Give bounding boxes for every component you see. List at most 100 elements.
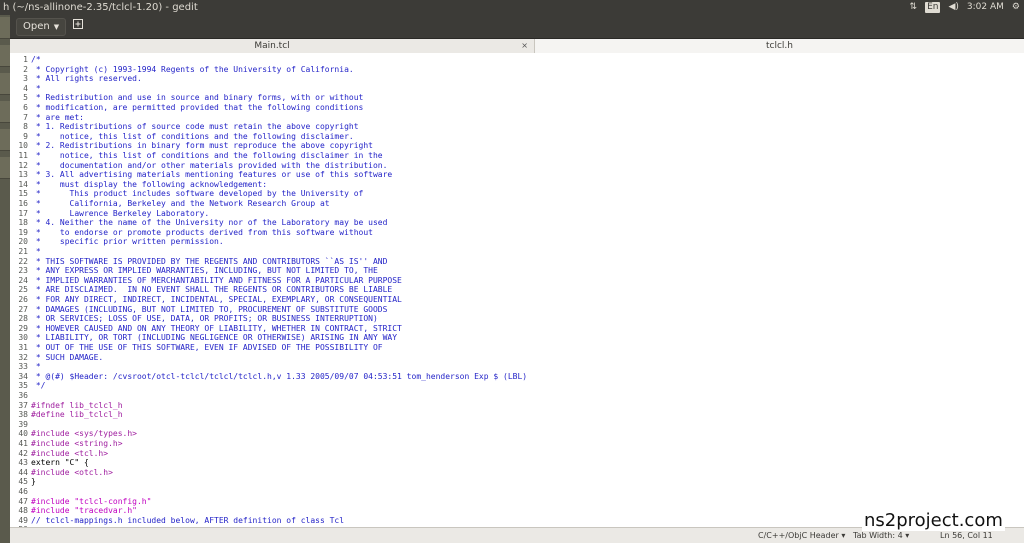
- line-number: 9: [23, 131, 28, 141]
- line-number: 23: [18, 266, 28, 276]
- code-text: *: [31, 362, 41, 372]
- line-number: 1: [23, 55, 28, 64]
- code-text: #include <string.h>: [31, 439, 123, 448]
- line-number: 8: [23, 122, 28, 132]
- line-number: 44: [18, 467, 28, 477]
- top-bar: h (~/ns-allinone-2.35/tclcl-1.20) - gedi…: [0, 0, 1024, 15]
- line-number: 20: [18, 237, 28, 247]
- line-number: 3: [23, 74, 28, 84]
- code-text: * This product includes software develop…: [31, 189, 364, 199]
- code-text: * specific prior written permission.: [31, 237, 224, 247]
- line-number: 12: [18, 160, 28, 170]
- line-number: 34: [18, 371, 28, 381]
- code-text: * Copyright (c) 1993-1994 Regents of the…: [31, 64, 354, 74]
- clock[interactable]: 3:02 AM: [967, 0, 1004, 15]
- line-number: 13: [18, 170, 28, 180]
- close-icon[interactable]: ×: [521, 39, 528, 53]
- line-number: 37: [18, 400, 28, 410]
- language-selector[interactable]: C/C++/ObjC Header ▾: [758, 528, 845, 543]
- line-number: 47: [18, 496, 28, 506]
- launcher: [0, 15, 10, 543]
- line-number: 30: [18, 333, 28, 343]
- code-text: #ifndef lib_tclcl_h: [31, 400, 123, 410]
- tab-label: tclcl.h: [766, 41, 793, 51]
- keyboard-language-indicator[interactable]: En: [925, 2, 941, 13]
- line-number: 16: [18, 199, 28, 208]
- line-number: 11: [18, 151, 28, 160]
- line-number: 36: [18, 391, 28, 400]
- new-document-icon: [72, 19, 84, 33]
- code-text: * SUCH DAMAGE.: [31, 352, 104, 362]
- code-text: extern "C" {: [31, 458, 89, 468]
- code-text: * OUT OF THE USE OF THIS SOFTWARE, EVEN …: [31, 343, 383, 352]
- code-text: * HOWEVER CAUSED AND ON ANY THEORY OF LI…: [31, 323, 402, 333]
- new-document-button[interactable]: [68, 18, 88, 36]
- line-number: 45: [18, 477, 28, 487]
- line-number: 18: [18, 218, 28, 228]
- code-text: * Redistribution and use in source and b…: [31, 93, 364, 103]
- toolbar: Open ▼: [10, 15, 1024, 39]
- code-text: // tclcl-mappings.h included below, AFTE…: [31, 515, 345, 525]
- watermark: ns2project.com: [862, 510, 1005, 531]
- settings-gear-icon[interactable]: ⚙: [1012, 0, 1020, 15]
- system-tray: ⇅ En ◀) 3:02 AM ⚙: [910, 0, 1024, 15]
- line-number: 22: [18, 256, 28, 266]
- line-number: 7: [23, 112, 28, 122]
- code-text: * California, Berkeley and the Network R…: [31, 199, 330, 208]
- code-text: * 3. All advertising materials mentionin…: [31, 170, 393, 180]
- launcher-app-icon[interactable]: [0, 45, 10, 67]
- open-label: Open: [23, 21, 50, 32]
- line-number: 21: [18, 247, 28, 256]
- code-text: #define lib_tclcl_h: [31, 410, 123, 420]
- line-number: 39: [18, 419, 28, 429]
- line-number: 43: [18, 458, 28, 468]
- line-number: 35: [18, 381, 28, 391]
- code-text: */: [31, 381, 46, 391]
- launcher-app-icon[interactable]: [0, 157, 10, 179]
- tab-label: Main.tcl: [254, 41, 290, 51]
- line-number: 10: [18, 141, 28, 151]
- launcher-app-icon[interactable]: [0, 17, 10, 39]
- code-text: /*: [31, 55, 41, 64]
- code-text: * modification, are permitted provided t…: [31, 103, 364, 112]
- tab-main-tcl[interactable]: Main.tcl ×: [10, 39, 535, 53]
- code-text: *: [31, 83, 41, 93]
- line-number: 48: [18, 506, 28, 516]
- code-text: * 2. Redistributions in binary form must…: [31, 141, 373, 151]
- launcher-app-icon[interactable]: [0, 129, 10, 151]
- tab-tclcl-h[interactable]: tclcl.h: [535, 39, 1024, 53]
- code-text: * ARE DISCLAIMED. IN NO EVENT SHALL THE …: [31, 285, 393, 295]
- code-text: * Lawrence Berkeley Laboratory.: [31, 208, 210, 218]
- code-text: * FOR ANY DIRECT, INDIRECT, INCIDENTAL, …: [31, 295, 402, 304]
- sort-icon[interactable]: ⇅: [910, 0, 918, 15]
- text-editor[interactable]: 1/* 2 * Copyright (c) 1993-1994 Regents o…: [10, 53, 1024, 527]
- launcher-app-icon[interactable]: [0, 101, 10, 123]
- line-number: 26: [18, 295, 28, 304]
- code-text: * must display the following acknowledge…: [31, 179, 268, 189]
- code-text: #include "tclcl-config.h": [31, 496, 152, 506]
- line-number: 17: [18, 208, 28, 218]
- line-number: 19: [18, 227, 28, 237]
- code-text: * All rights reserved.: [31, 74, 142, 84]
- line-number: 31: [18, 343, 28, 352]
- code-text: *: [31, 247, 41, 256]
- code-text: }: [31, 477, 36, 487]
- volume-icon[interactable]: ◀): [948, 0, 958, 15]
- tab-bar: Main.tcl × tclcl.h: [10, 39, 1024, 53]
- line-number: 32: [18, 352, 28, 362]
- code-text: #include <tcl.h>: [31, 448, 109, 458]
- code-text: * ANY EXPRESS OR IMPLIED WARRANTIES, INC…: [31, 266, 378, 276]
- line-number: 4: [23, 83, 28, 93]
- code-text: #include <otcl.h>: [31, 467, 113, 477]
- code-text: * DAMAGES (INCLUDING, BUT NOT LIMITED TO…: [31, 304, 388, 314]
- line-number: 27: [18, 304, 28, 314]
- open-button[interactable]: Open ▼: [16, 18, 67, 36]
- code-text: * documentation and/or other materials p…: [31, 160, 388, 170]
- launcher-app-icon[interactable]: [0, 73, 10, 95]
- window-title: h (~/ns-allinone-2.35/tclcl-1.20) - gedi…: [3, 2, 198, 13]
- code-text: #include <sys/types.h>: [31, 429, 137, 439]
- line-number: 42: [18, 448, 28, 458]
- code-text: * 4. Neither the name of the University …: [31, 218, 388, 228]
- line-number: 15: [18, 189, 28, 199]
- line-number: 24: [18, 275, 28, 285]
